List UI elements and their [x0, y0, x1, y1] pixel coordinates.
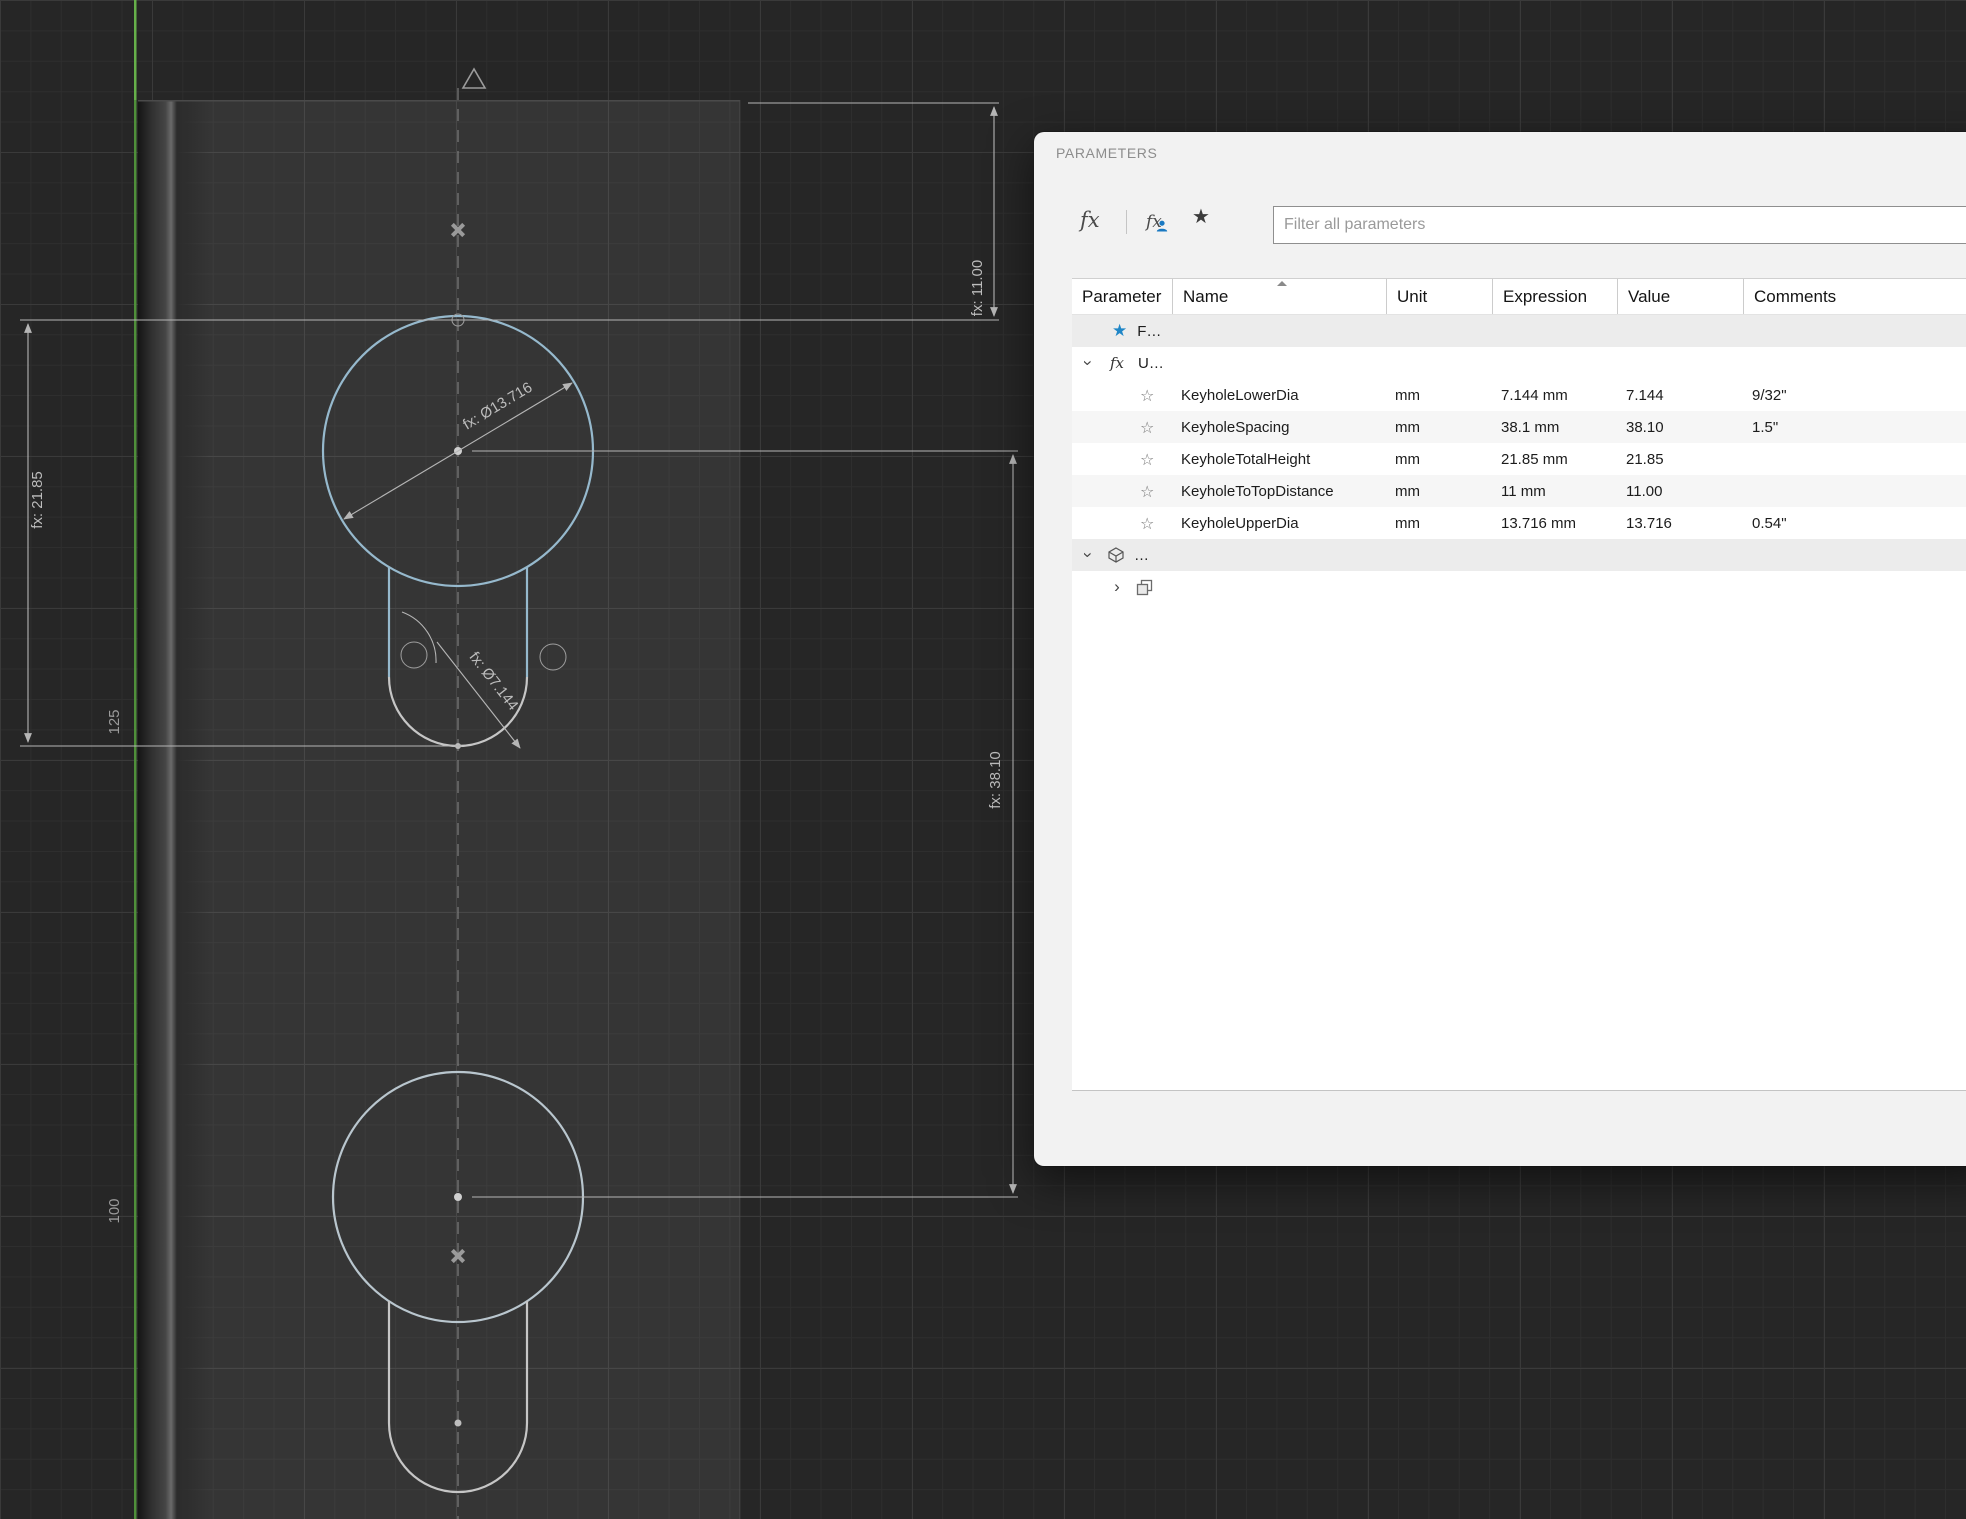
parameters-dialog[interactable]: PARAMETERS fx fx ★ Parameter Name Unit E…	[1034, 132, 1966, 1166]
param-name[interactable]: KeyholeToTopDistance	[1172, 483, 1386, 500]
lower-slot-bottom-point[interactable]	[454, 1419, 462, 1427]
sort-ascending-icon	[1277, 281, 1287, 286]
param-unit: mm	[1395, 482, 1420, 500]
dim-label-total-height[interactable]: fx: 21.85	[29, 471, 46, 529]
dim-label-keyhole-spacing[interactable]: fx: 38.10	[987, 751, 1004, 809]
param-value: 38.10	[1626, 418, 1664, 436]
fx-user-icon[interactable]: fx	[1146, 212, 1168, 232]
chevron-down-icon[interactable]: ›	[1078, 356, 1098, 370]
user-badge-icon	[1156, 220, 1168, 232]
param-name[interactable]: KeyholeSpacing	[1172, 419, 1386, 436]
group-row-user-parameters[interactable]: › fx U…	[1072, 347, 1966, 379]
group-row-model[interactable]: › …	[1072, 539, 1966, 571]
param-value: 11.00	[1626, 482, 1663, 500]
param-value: 21.85	[1626, 450, 1664, 468]
param-expression[interactable]: 13.716 mm	[1492, 515, 1617, 532]
column-header-name-label: Name	[1183, 286, 1229, 306]
param-name[interactable]: KeyholeLowerDia	[1172, 387, 1386, 404]
part-body[interactable]	[138, 100, 740, 1519]
fx-icon: fx	[1110, 354, 1125, 372]
parameters-table: Parameter Name Unit Expression Value Com…	[1072, 278, 1966, 1091]
grid-label-100: 100	[106, 1198, 123, 1223]
group-row-component[interactable]: ›	[1072, 571, 1966, 603]
column-header-value[interactable]: Value	[1617, 279, 1743, 314]
column-header-name[interactable]: Name	[1172, 279, 1386, 314]
param-unit: mm	[1395, 418, 1420, 436]
param-name[interactable]: KeyholeTotalHeight	[1172, 451, 1386, 468]
param-comments[interactable]: 0.54"	[1743, 515, 1966, 532]
favorites-star-icon: ★	[1112, 321, 1128, 341]
part-right-edge	[739, 100, 741, 1519]
table-header-row: Parameter Name Unit Expression Value Com…	[1072, 278, 1966, 315]
chevron-down-icon[interactable]: ›	[1078, 548, 1098, 562]
param-comments[interactable]: 1.5"	[1743, 419, 1966, 436]
chevron-right-icon[interactable]: ›	[1110, 577, 1124, 597]
parameter-row[interactable]: ☆ KeyholeUpperDia mm 13.716 mm 13.716 0.…	[1072, 507, 1966, 539]
param-value: 13.716	[1626, 514, 1672, 532]
column-header-comments[interactable]: Comments	[1743, 279, 1966, 314]
param-expression[interactable]: 38.1 mm	[1492, 419, 1617, 436]
group-label-favorites: F…	[1137, 322, 1162, 340]
param-name[interactable]: KeyholeUpperDia	[1172, 515, 1386, 532]
parameter-row[interactable]: ☆ KeyholeTotalHeight mm 21.85 mm 21.85	[1072, 443, 1966, 475]
param-expression[interactable]: 21.85 mm	[1492, 451, 1617, 468]
favorite-toggle-icon[interactable]: ☆	[1140, 418, 1154, 437]
group-label-user-parameters: U…	[1138, 354, 1164, 372]
column-header-unit[interactable]: Unit	[1386, 279, 1492, 314]
column-header-parameter[interactable]: Parameter	[1072, 279, 1172, 314]
dialog-title: PARAMETERS	[1056, 145, 1158, 161]
param-unit: mm	[1395, 450, 1420, 468]
param-expression[interactable]: 11 mm	[1492, 483, 1617, 500]
y-axis-line-bright	[134, 0, 137, 100]
lower-keyhole-center-point[interactable]	[454, 1193, 462, 1201]
grid-label-125: 125	[106, 709, 123, 734]
parameter-row[interactable]: ☆ KeyholeToTopDistance mm 11 mm 11.00	[1072, 475, 1966, 507]
favorite-toggle-icon[interactable]: ☆	[1140, 514, 1154, 533]
dim-label-keyhole-to-top[interactable]: fx: 11.00	[969, 260, 986, 316]
part-top-edge	[138, 100, 740, 102]
group-row-favorites[interactable]: ★ F…	[1072, 315, 1966, 347]
param-comments[interactable]: 9/32"	[1743, 387, 1966, 404]
param-value: 7.144	[1626, 386, 1664, 404]
parameter-row[interactable]: ☆ KeyholeLowerDia mm 7.144 mm 7.144 9/32…	[1072, 379, 1966, 411]
param-unit: mm	[1395, 386, 1420, 404]
group-label-model: …	[1134, 546, 1149, 564]
parameter-row[interactable]: ☆ KeyholeSpacing mm 38.1 mm 38.10 1.5"	[1072, 411, 1966, 443]
filter-parameters-input[interactable]	[1273, 206, 1966, 244]
param-unit: mm	[1395, 514, 1420, 532]
param-expression[interactable]: 7.144 mm	[1492, 387, 1617, 404]
favorite-toggle-icon[interactable]: ☆	[1140, 450, 1154, 469]
model-cube-icon	[1108, 547, 1124, 563]
component-icon	[1136, 579, 1153, 596]
y-axis-line	[134, 0, 137, 1519]
favorite-toggle-icon[interactable]: ☆	[1140, 482, 1154, 501]
star-filter-icon[interactable]: ★	[1192, 204, 1210, 228]
part-edge-shading	[138, 100, 210, 1519]
favorite-toggle-icon[interactable]: ☆	[1140, 386, 1154, 405]
column-header-expression[interactable]: Expression	[1492, 279, 1617, 314]
triangle-constraint-icon	[461, 67, 487, 89]
toolbar-divider	[1126, 210, 1127, 234]
fx-icon[interactable]: fx	[1080, 208, 1100, 232]
